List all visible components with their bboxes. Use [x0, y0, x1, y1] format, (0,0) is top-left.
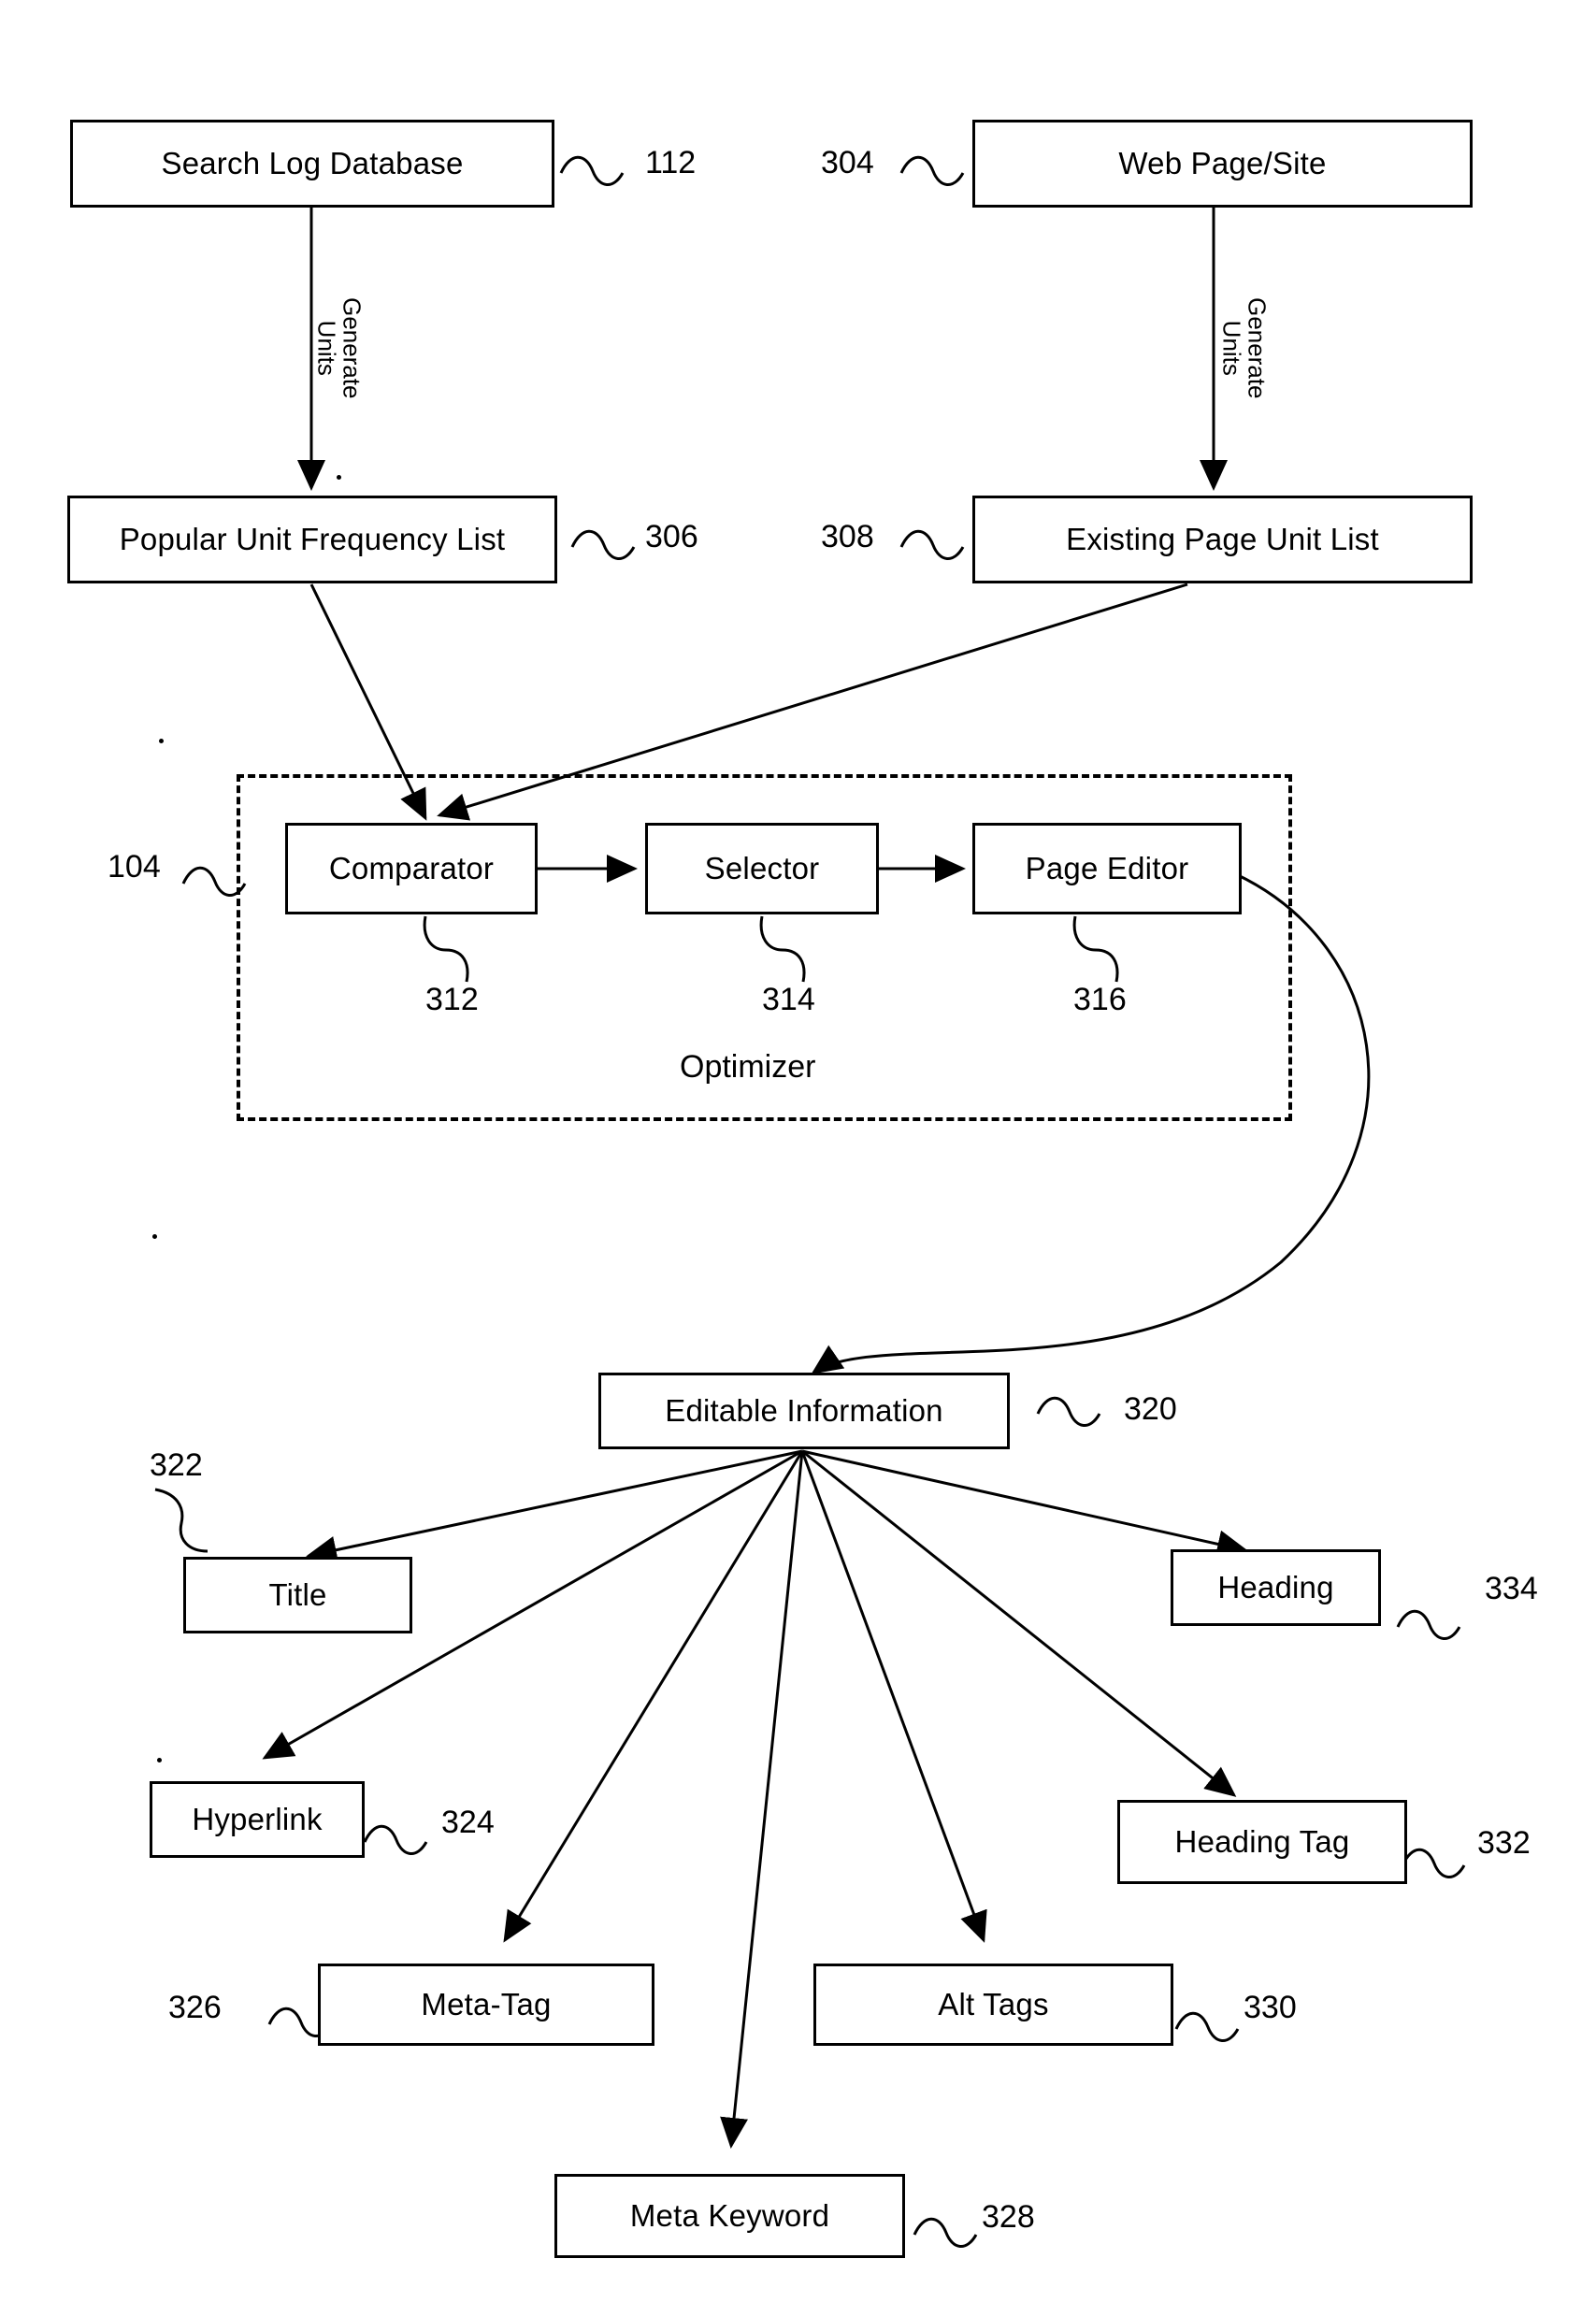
ref-322: 322: [150, 1447, 203, 1483]
node-hyperlink[interactable]: Hyperlink: [150, 1781, 365, 1858]
node-heading[interactable]: Heading: [1171, 1549, 1381, 1626]
ref-320: 320: [1124, 1391, 1177, 1427]
ref-104: 104: [108, 849, 161, 885]
node-label: Heading: [1217, 1569, 1334, 1604]
node-search-log-database[interactable]: Search Log Database: [70, 120, 554, 208]
node-label: Hyperlink: [192, 1801, 323, 1836]
connector-editableinfo-to-headingtag: [801, 1449, 1237, 1797]
connector-editableinfo-to-metakeyword: [720, 1450, 804, 2149]
scan-speckle: [337, 475, 341, 480]
ref-112: 112: [645, 145, 697, 180]
node-editable-information[interactable]: Editable Information: [598, 1373, 1010, 1449]
scan-speckle: [152, 1234, 157, 1239]
node-label: Search Log Database: [161, 145, 464, 180]
node-heading-tag[interactable]: Heading Tag: [1117, 1800, 1407, 1884]
ref-328: 328: [982, 2199, 1035, 2235]
ref-304: 304: [821, 145, 874, 180]
node-label: Comparator: [328, 850, 495, 885]
node-label: Meta Keyword: [629, 2197, 830, 2233]
connector-editableinfo-to-alttags: [800, 1450, 987, 1943]
ref-306: 306: [645, 519, 698, 554]
ref-326: 326: [168, 1990, 222, 2025]
edge-label-line1: Generate: [1243, 297, 1272, 399]
connector-layer: [154, 155, 1466, 2248]
node-alt-tags[interactable]: Alt Tags: [813, 1964, 1173, 2046]
node-popular-unit-frequency-list[interactable]: Popular Unit Frequency List: [67, 496, 557, 583]
node-title[interactable]: Title: [183, 1557, 412, 1633]
ref-312: 312: [425, 982, 479, 1017]
node-label: Web Page/Site: [1118, 145, 1327, 180]
node-label: Title: [268, 1576, 327, 1612]
edge-label-line1: Generate: [338, 297, 367, 399]
node-page-editor[interactable]: Page Editor: [972, 823, 1242, 914]
edge-label-line2: Units: [312, 320, 340, 376]
edge-label-line2: Units: [1217, 320, 1245, 376]
scan-speckle: [157, 1758, 162, 1762]
node-label: Heading Tag: [1174, 1823, 1350, 1859]
node-meta-keyword[interactable]: Meta Keyword: [554, 2174, 905, 2258]
scan-speckle: [159, 739, 164, 743]
node-existing-page-unit-list[interactable]: Existing Page Unit List: [972, 496, 1473, 583]
group-optimizer-label: Optimizer: [680, 1049, 816, 1085]
ref-324: 324: [441, 1805, 495, 1840]
connector-editableinfo-to-title: [306, 1449, 803, 1564]
node-web-page-site[interactable]: Web Page/Site: [972, 120, 1473, 208]
ref-308: 308: [821, 519, 874, 554]
node-label: Alt Tags: [938, 1986, 1049, 2021]
edge-label-generate-units-right: Generate Units: [1217, 273, 1272, 423]
node-label: Popular Unit Frequency List: [119, 521, 506, 556]
ref-316: 316: [1073, 982, 1127, 1017]
ref-314: 314: [762, 982, 815, 1017]
node-meta-tag[interactable]: Meta-Tag: [318, 1964, 654, 2046]
edge-label-generate-units-left: Generate Units: [312, 273, 367, 423]
node-label: Selector: [704, 850, 820, 885]
diagram-canvas: Search Log Database 112 Web Page/Site 30…: [0, 0, 1596, 2302]
ref-332: 332: [1477, 1825, 1531, 1861]
node-selector[interactable]: Selector: [645, 823, 879, 914]
node-label: Page Editor: [1025, 850, 1189, 885]
node-label: Existing Page Unit List: [1066, 521, 1379, 556]
reference-leaders: [154, 155, 1466, 2248]
node-comparator[interactable]: Comparator: [285, 823, 538, 914]
node-label: Editable Information: [665, 1392, 943, 1428]
connector-editableinfo-to-heading: [801, 1449, 1248, 1559]
node-label: Meta-Tag: [421, 1986, 552, 2021]
connector-editableinfo-to-metatag: [503, 1450, 804, 1943]
ref-334: 334: [1485, 1571, 1538, 1606]
ref-330: 330: [1244, 1990, 1297, 2025]
